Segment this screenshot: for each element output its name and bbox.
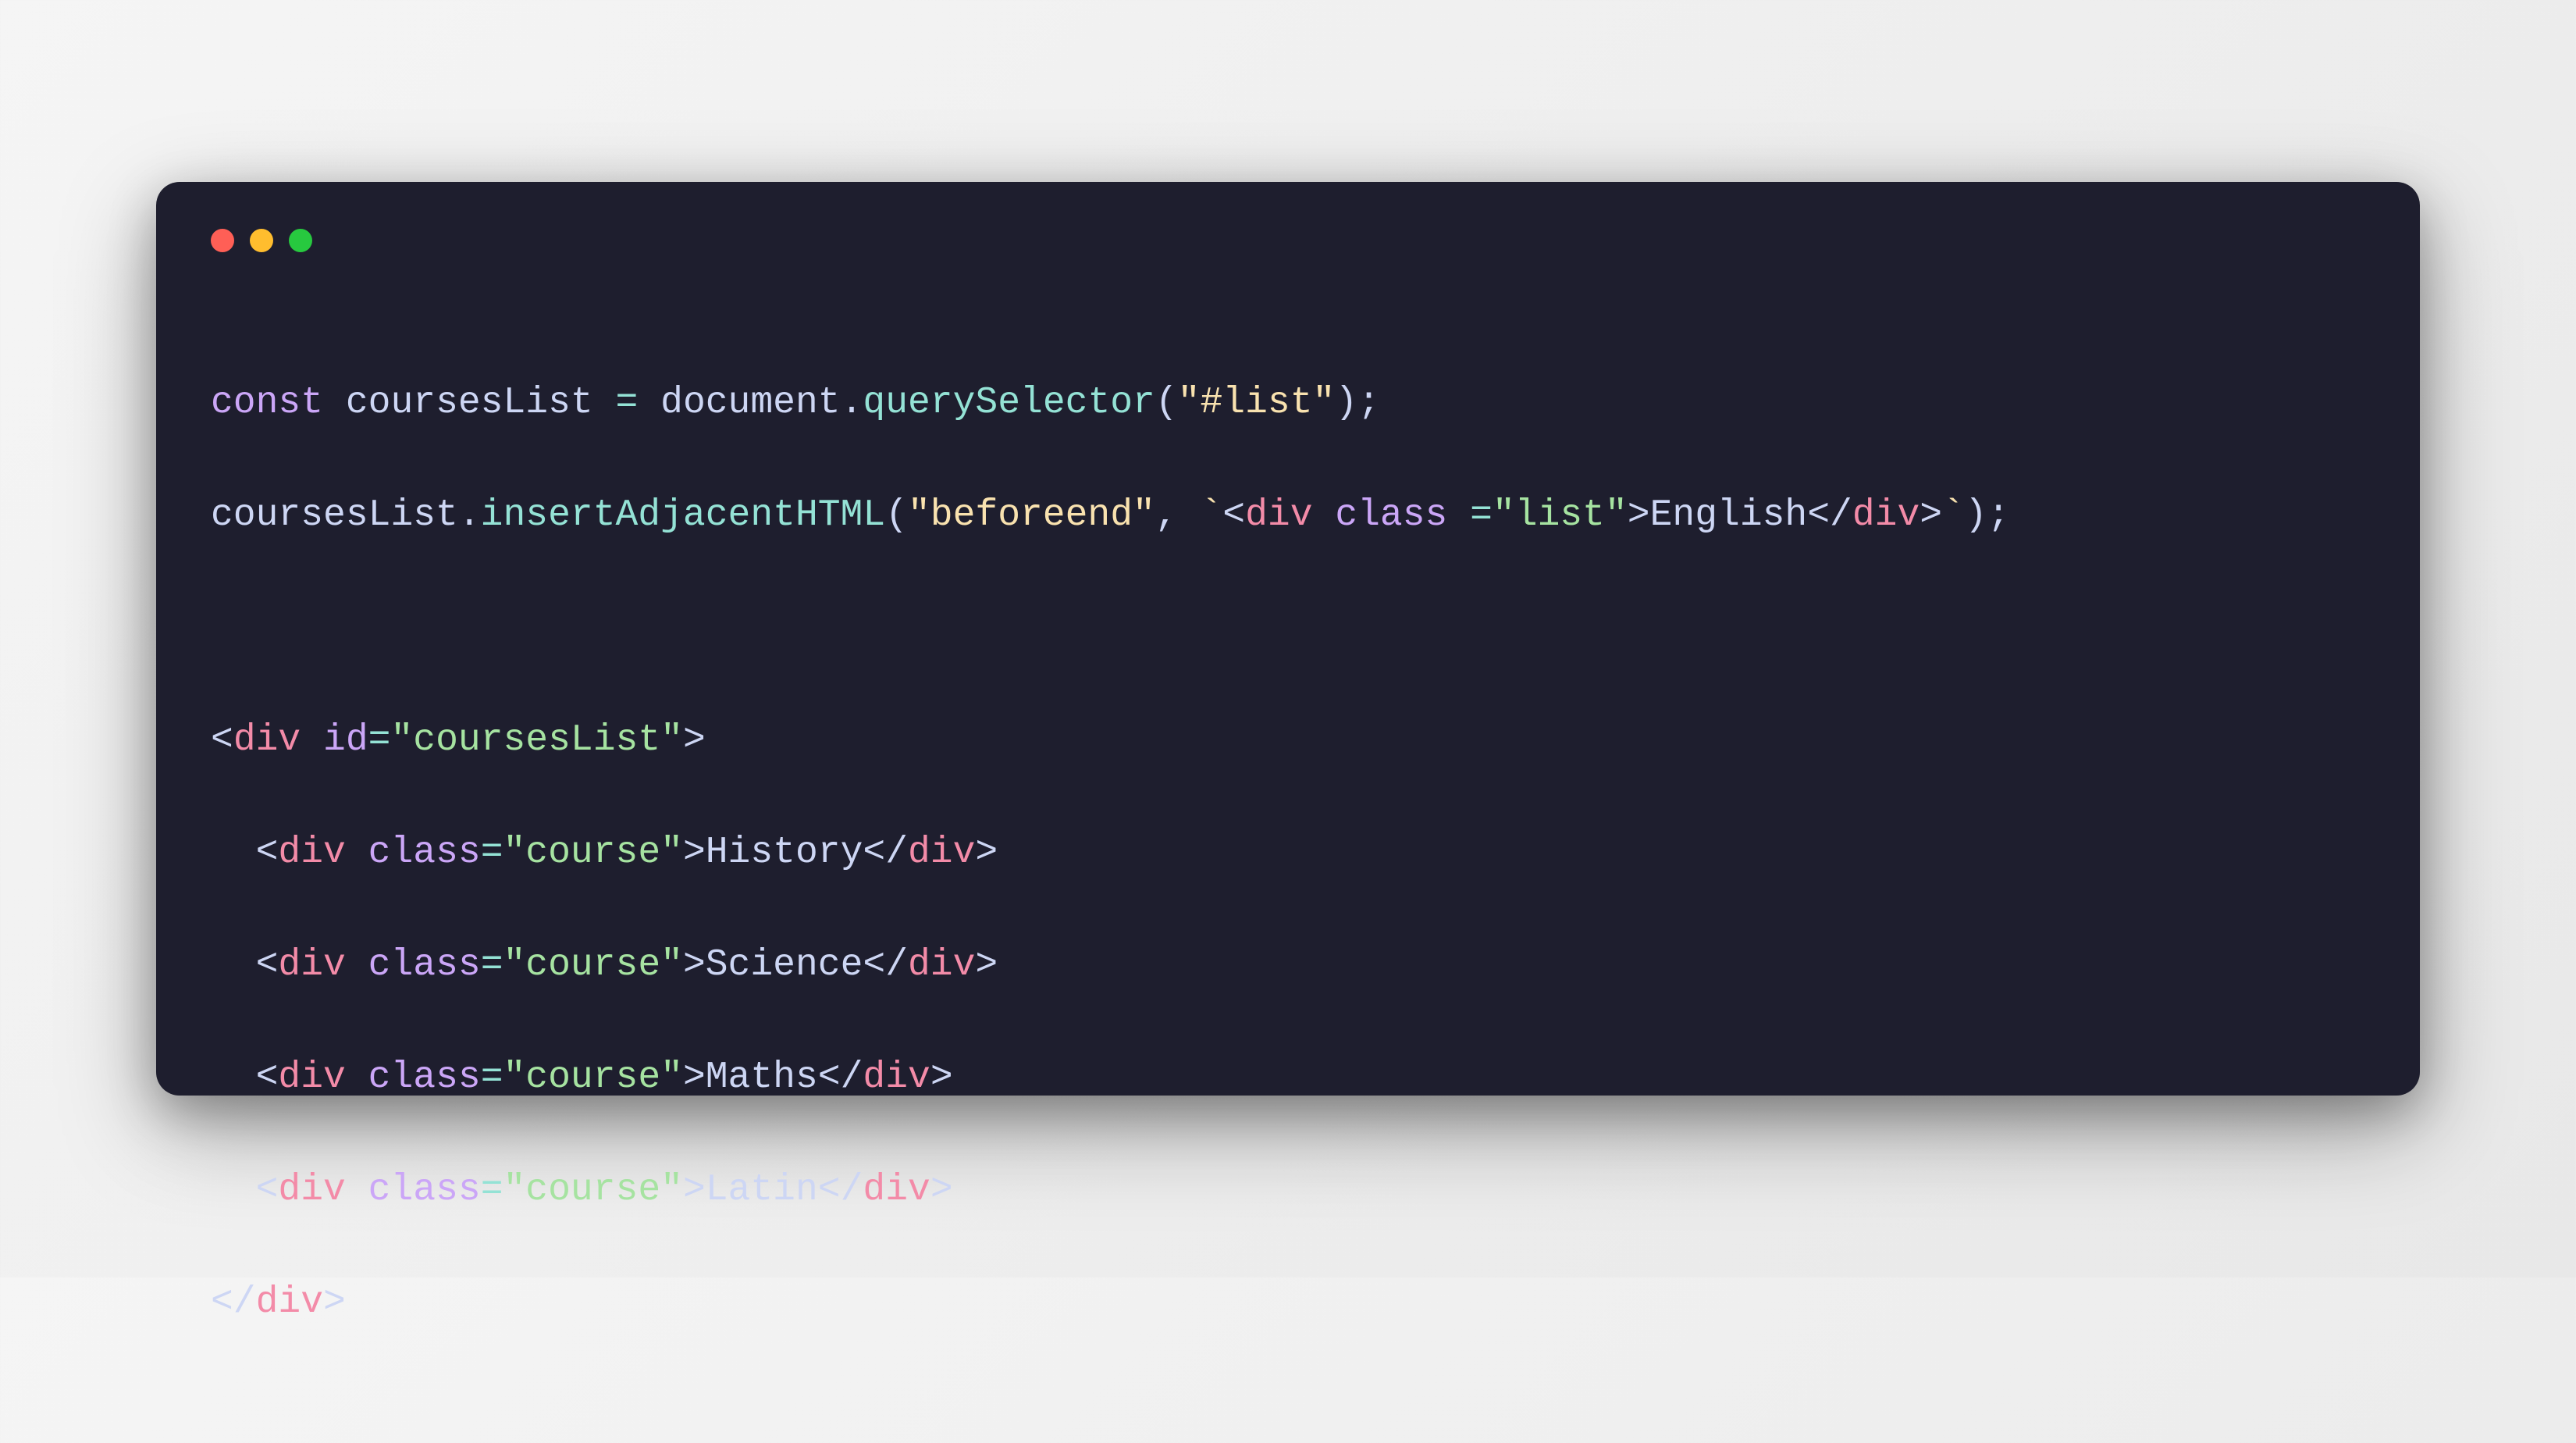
code-line-5: <div class="course">History</div> bbox=[211, 825, 2365, 881]
code-window: const coursesList = document.querySelect… bbox=[156, 182, 2420, 1096]
traffic-lights bbox=[211, 229, 2365, 252]
close-tag-bracket: > bbox=[323, 1281, 346, 1324]
close-tag-open: </ bbox=[818, 1169, 863, 1211]
close-icon[interactable] bbox=[211, 229, 234, 252]
backtick-open: ` bbox=[1200, 494, 1222, 536]
attr-equals: = bbox=[368, 719, 391, 761]
close-tag-bracket: > bbox=[975, 832, 998, 874]
tag-bracket: > bbox=[683, 1169, 706, 1211]
attr-equals: = bbox=[1447, 494, 1493, 536]
attr-equals: = bbox=[481, 832, 503, 874]
object-document: document bbox=[660, 382, 840, 424]
tag-bracket: < bbox=[256, 832, 279, 874]
code-block: const coursesList = document.querySelect… bbox=[211, 319, 2365, 1443]
semicolon: ; bbox=[1357, 382, 1380, 424]
close-tag-open: </ bbox=[863, 832, 908, 874]
string-arg1: "beforeend" bbox=[908, 494, 1155, 536]
attr-equals: = bbox=[481, 1056, 503, 1099]
indent bbox=[211, 832, 256, 874]
tag-name-div: div bbox=[233, 719, 301, 761]
attr-equals: = bbox=[481, 944, 503, 986]
tag-name-div: div bbox=[278, 944, 345, 986]
text-science: Science bbox=[706, 944, 863, 986]
close-tag-bracket: > bbox=[930, 1169, 953, 1211]
close-tag-bracket: > bbox=[930, 1056, 953, 1099]
paren-open: ( bbox=[885, 494, 908, 536]
code-line-blank bbox=[211, 600, 2365, 656]
attr-name-class: class bbox=[1335, 494, 1447, 536]
attr-value: "course" bbox=[503, 944, 683, 986]
attr-value: "list" bbox=[1493, 494, 1628, 536]
semicolon: ; bbox=[1987, 494, 2010, 536]
close-tag-open: </ bbox=[211, 1281, 256, 1324]
code-line-1: const coursesList = document.querySelect… bbox=[211, 375, 2365, 431]
maximize-icon[interactable] bbox=[289, 229, 312, 252]
string-arg: "#list" bbox=[1178, 382, 1336, 424]
tag-bracket: > bbox=[1628, 494, 1650, 536]
paren-close: ) bbox=[1335, 382, 1357, 424]
tag-bracket: > bbox=[683, 719, 706, 761]
variable-name: coursesList bbox=[346, 382, 593, 424]
close-tag-bracket: > bbox=[1920, 494, 1942, 536]
close-tag-name: div bbox=[908, 944, 975, 986]
indent bbox=[211, 1169, 256, 1211]
text-history: History bbox=[706, 832, 863, 874]
backtick-close: ` bbox=[1942, 494, 1965, 536]
close-tag-name: div bbox=[863, 1056, 930, 1099]
close-tag-name: div bbox=[1852, 494, 1920, 536]
attr-value: "course" bbox=[503, 1056, 683, 1099]
attr-name-class: class bbox=[368, 832, 481, 874]
tag-name-div: div bbox=[278, 832, 345, 874]
code-line-9: </div> bbox=[211, 1274, 2365, 1331]
method-queryselector: querySelector bbox=[863, 382, 1155, 424]
tag-bracket: < bbox=[256, 1056, 279, 1099]
dot: . bbox=[458, 494, 481, 536]
close-tag-name: div bbox=[908, 832, 975, 874]
minimize-icon[interactable] bbox=[250, 229, 273, 252]
tag-bracket: < bbox=[211, 719, 233, 761]
tag-bracket: > bbox=[683, 944, 706, 986]
close-tag-open: </ bbox=[1807, 494, 1852, 536]
text-maths: Maths bbox=[706, 1056, 818, 1099]
tag-bracket: < bbox=[1222, 494, 1245, 536]
close-tag-open: </ bbox=[818, 1056, 863, 1099]
code-line-8: <div class="course">Latin</div> bbox=[211, 1162, 2365, 1218]
attr-equals: = bbox=[481, 1169, 503, 1211]
close-tag-name: div bbox=[256, 1281, 323, 1324]
tag-bracket: > bbox=[683, 1056, 706, 1099]
method-insertadjacenthtml: insertAdjacentHTML bbox=[481, 494, 885, 536]
tag-bracket: < bbox=[256, 944, 279, 986]
object-courseslist: coursesList bbox=[211, 494, 458, 536]
operator-equals: = bbox=[616, 382, 639, 424]
attr-name-class: class bbox=[368, 944, 481, 986]
tag-bracket: < bbox=[256, 1169, 279, 1211]
tag-bracket: > bbox=[683, 832, 706, 874]
indent bbox=[211, 944, 256, 986]
attr-name-class: class bbox=[368, 1169, 481, 1211]
comma: , bbox=[1155, 494, 1178, 536]
attr-value: "coursesList" bbox=[390, 719, 682, 761]
paren-close: ) bbox=[1965, 494, 1987, 536]
text-latin: Latin bbox=[706, 1169, 818, 1211]
code-line-2: coursesList.insertAdjacentHTML("beforeen… bbox=[211, 487, 2365, 543]
text-english: English bbox=[1650, 494, 1808, 536]
tag-name-div: div bbox=[1245, 494, 1312, 536]
paren-open: ( bbox=[1155, 382, 1178, 424]
dot: . bbox=[841, 382, 863, 424]
tag-name-div: div bbox=[278, 1056, 345, 1099]
tag-name-div: div bbox=[278, 1169, 345, 1211]
attr-name-class: class bbox=[368, 1056, 481, 1099]
code-line-7: <div class="course">Maths</div> bbox=[211, 1049, 2365, 1106]
attr-name-id: id bbox=[323, 719, 368, 761]
indent bbox=[211, 1056, 256, 1099]
code-line-4: <div id="coursesList"> bbox=[211, 712, 2365, 768]
keyword-const: const bbox=[211, 382, 323, 424]
close-tag-bracket: > bbox=[975, 944, 998, 986]
close-tag-name: div bbox=[863, 1169, 930, 1211]
attr-value: "course" bbox=[503, 832, 683, 874]
code-line-6: <div class="course">Science</div> bbox=[211, 937, 2365, 993]
close-tag-open: </ bbox=[863, 944, 908, 986]
attr-value: "course" bbox=[503, 1169, 683, 1211]
